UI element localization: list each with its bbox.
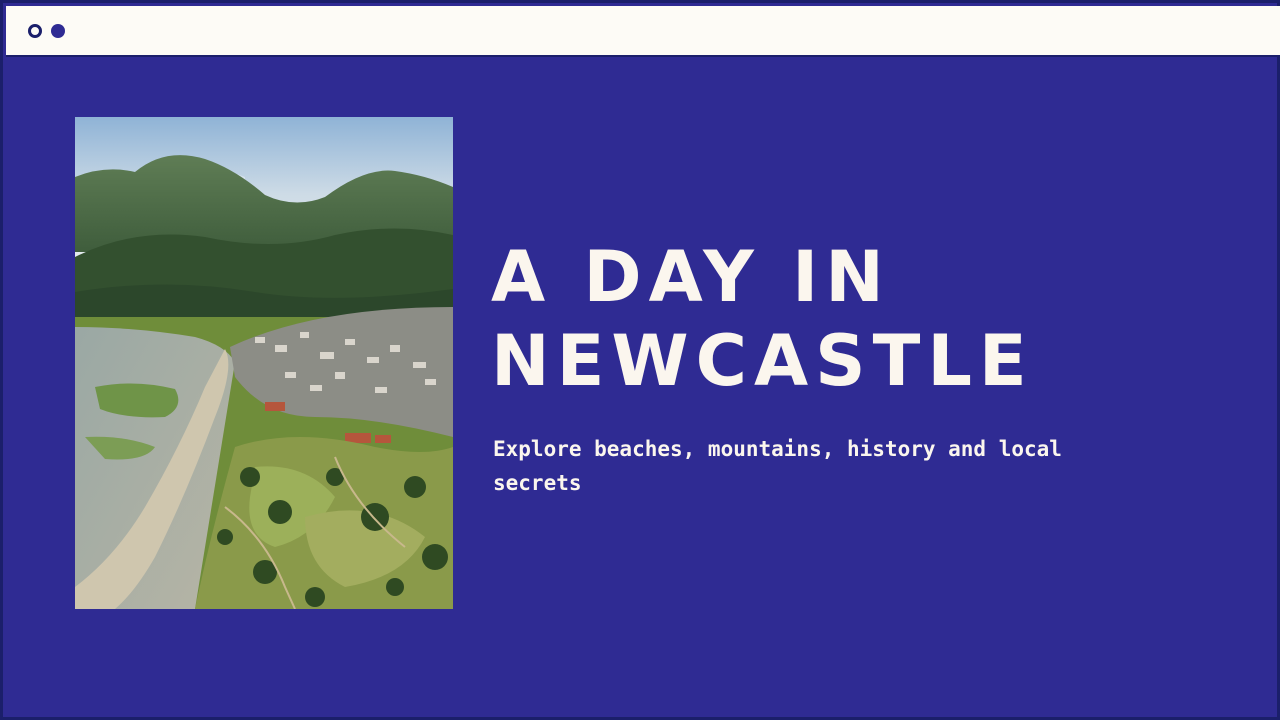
outline-dot-icon[interactable] xyxy=(28,24,42,38)
title-line-1: A DAY IN xyxy=(491,236,891,318)
window-title-bar xyxy=(6,6,1280,57)
subtitle: Explore beaches, mountains, history and … xyxy=(493,437,1062,495)
filled-dot-icon[interactable] xyxy=(51,24,65,38)
title-line-2: NEWCASTLE xyxy=(491,320,1034,402)
newcastle-aerial-photo xyxy=(75,117,453,609)
page-title: A DAY IN NEWCASTLE xyxy=(491,235,1034,403)
slide-frame: A DAY IN NEWCASTLE Explore beaches, moun… xyxy=(0,0,1280,720)
